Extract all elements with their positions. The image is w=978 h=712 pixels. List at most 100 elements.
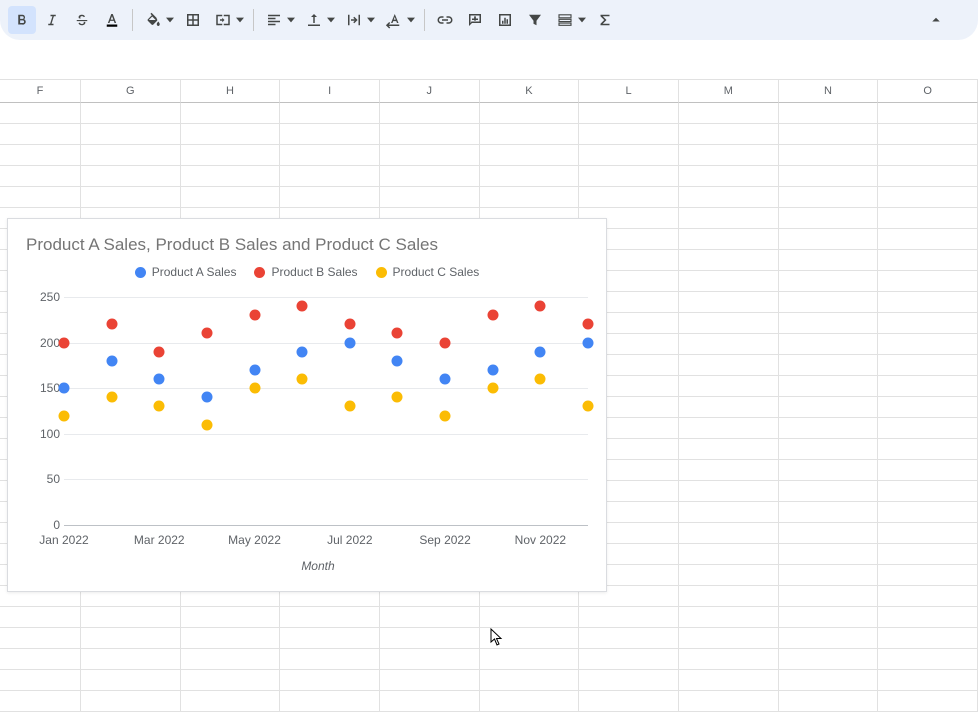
cell[interactable] (779, 355, 879, 376)
cell[interactable] (181, 607, 281, 628)
text-rotation-button[interactable] (380, 6, 408, 34)
cell[interactable] (579, 124, 679, 145)
cell[interactable] (181, 124, 281, 145)
column-header[interactable]: G (81, 79, 181, 103)
text-wrap-button[interactable] (340, 6, 368, 34)
cell[interactable] (779, 607, 879, 628)
column-header[interactable]: J (380, 79, 480, 103)
cell[interactable] (679, 355, 779, 376)
cell[interactable] (779, 208, 879, 229)
cell[interactable] (878, 376, 978, 397)
cell[interactable] (878, 439, 978, 460)
functions-button[interactable] (591, 6, 619, 34)
bold-button[interactable] (8, 6, 36, 34)
cell[interactable] (0, 124, 81, 145)
cell[interactable] (81, 103, 181, 124)
cell[interactable] (81, 187, 181, 208)
cell[interactable] (280, 628, 380, 649)
cell[interactable] (779, 670, 879, 691)
cell[interactable] (480, 670, 580, 691)
cell[interactable] (878, 124, 978, 145)
cell[interactable] (679, 376, 779, 397)
cell[interactable] (81, 670, 181, 691)
cell[interactable] (779, 145, 879, 166)
cell[interactable] (779, 628, 879, 649)
cell[interactable] (480, 691, 580, 712)
cell[interactable] (679, 670, 779, 691)
cell[interactable] (679, 586, 779, 607)
cell[interactable] (878, 334, 978, 355)
cell[interactable] (878, 586, 978, 607)
cell[interactable] (878, 229, 978, 250)
cell[interactable] (0, 166, 81, 187)
cell[interactable] (0, 607, 81, 628)
cell[interactable] (779, 124, 879, 145)
cell[interactable] (0, 670, 81, 691)
cell[interactable] (579, 607, 679, 628)
column-header[interactable]: M (679, 79, 779, 103)
cell[interactable] (779, 376, 879, 397)
cell[interactable] (878, 565, 978, 586)
cell[interactable] (380, 187, 480, 208)
cell[interactable] (878, 670, 978, 691)
cell[interactable] (878, 523, 978, 544)
cell[interactable] (779, 271, 879, 292)
cell[interactable] (779, 250, 879, 271)
cell[interactable] (878, 355, 978, 376)
cell[interactable] (280, 166, 380, 187)
cell[interactable] (181, 691, 281, 712)
cell[interactable] (779, 439, 879, 460)
cell[interactable] (878, 628, 978, 649)
cell[interactable] (878, 460, 978, 481)
cell[interactable] (579, 103, 679, 124)
strikethrough-button[interactable] (68, 6, 96, 34)
cell[interactable] (679, 313, 779, 334)
cell[interactable] (380, 691, 480, 712)
cell[interactable] (679, 271, 779, 292)
cell[interactable] (878, 397, 978, 418)
cell[interactable] (81, 649, 181, 670)
cell[interactable] (779, 229, 879, 250)
cell[interactable] (779, 586, 879, 607)
cell[interactable] (280, 670, 380, 691)
cell[interactable] (81, 691, 181, 712)
cell[interactable] (480, 124, 580, 145)
cell[interactable] (679, 124, 779, 145)
cell[interactable] (679, 334, 779, 355)
cell[interactable] (679, 439, 779, 460)
cell[interactable] (679, 607, 779, 628)
spreadsheet-grid[interactable]: FGHIJKLMNO Product A Sales, Product B Sa… (0, 40, 978, 664)
cell[interactable] (878, 418, 978, 439)
cell[interactable] (679, 145, 779, 166)
cell[interactable] (280, 187, 380, 208)
cell[interactable] (878, 313, 978, 334)
cell[interactable] (878, 250, 978, 271)
cell[interactable] (0, 103, 81, 124)
cell[interactable] (579, 187, 679, 208)
cell[interactable] (779, 502, 879, 523)
cell[interactable] (878, 208, 978, 229)
cell[interactable] (181, 187, 281, 208)
cell[interactable] (181, 649, 281, 670)
cell[interactable] (0, 145, 81, 166)
column-header[interactable]: I (280, 79, 380, 103)
cell[interactable] (679, 691, 779, 712)
cell[interactable] (779, 313, 879, 334)
cell[interactable] (878, 649, 978, 670)
cell[interactable] (779, 166, 879, 187)
cell[interactable] (779, 565, 879, 586)
text-color-button[interactable] (98, 6, 126, 34)
insert-chart-button[interactable] (491, 6, 519, 34)
cell[interactable] (480, 145, 580, 166)
cell[interactable] (380, 145, 480, 166)
cell[interactable] (878, 292, 978, 313)
cell[interactable] (181, 166, 281, 187)
cell[interactable] (380, 628, 480, 649)
borders-button[interactable] (179, 6, 207, 34)
cell[interactable] (878, 271, 978, 292)
cell[interactable] (679, 103, 779, 124)
column-header[interactable]: H (181, 79, 281, 103)
cell[interactable] (679, 649, 779, 670)
cell[interactable] (480, 607, 580, 628)
cell[interactable] (380, 607, 480, 628)
